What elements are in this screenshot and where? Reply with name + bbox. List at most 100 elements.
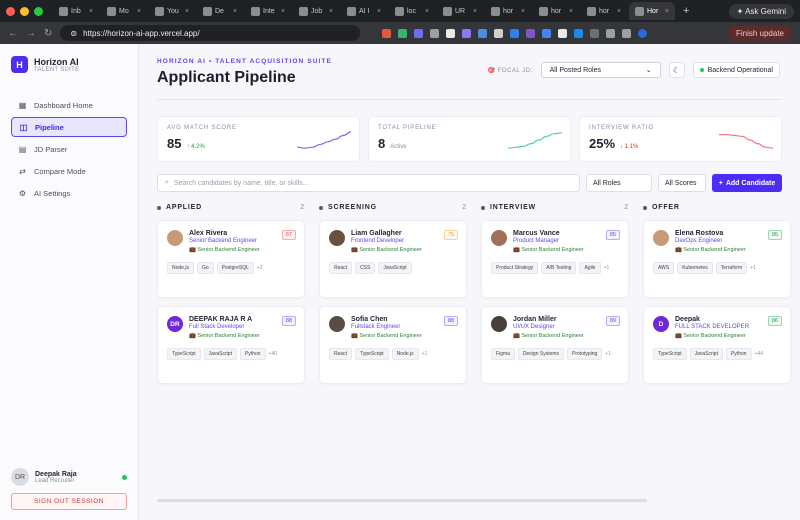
extension-icon[interactable] [510, 28, 520, 38]
minimize-window-button[interactable] [20, 6, 29, 16]
horizontal-scrollbar[interactable] [157, 499, 647, 502]
reload-icon[interactable]: ↻ [44, 28, 52, 39]
browser-tab[interactable]: Inb × [53, 2, 99, 20]
tab-label: Job [311, 7, 323, 15]
sidebar-item-dashboard-home[interactable]: ▦ Dashboard Home [11, 95, 127, 115]
extension-icon[interactable] [430, 28, 440, 38]
close-tab-icon[interactable]: × [377, 8, 381, 15]
extension-icon[interactable] [606, 28, 616, 38]
browser-tab[interactable]: Hor × [629, 2, 675, 20]
tab-label: Inb [71, 7, 81, 15]
extension-icon[interactable] [478, 28, 488, 38]
browser-tab[interactable]: Inte × [245, 2, 291, 20]
candidate-card[interactable]: Marcus Vance Product Manager 💼 Senior Back… [481, 220, 629, 298]
skill-tag: JavaScript [689, 348, 723, 360]
focus-jd-select[interactable]: All Posted Roles ⌄ [540, 62, 661, 78]
search-input[interactable]: ⌕ Search candidates by name, title, or s… [157, 174, 580, 192]
sidebar-item-pipeline[interactable]: ◫ Pipeline [11, 117, 127, 137]
extension-icon[interactable] [398, 28, 408, 38]
extension-icon[interactable] [590, 28, 600, 38]
column-title: APPLIED [166, 204, 202, 211]
candidate-info: Marcus Vance Product Manager 💼 Senior Back… [513, 230, 584, 253]
close-tab-icon[interactable]: × [137, 8, 141, 15]
theme-toggle-button[interactable]: ☾ [668, 62, 685, 78]
forward-icon[interactable]: → [26, 28, 36, 39]
close-window-button[interactable] [6, 6, 15, 16]
tab-label: UR [455, 7, 466, 15]
extension-icon[interactable] [622, 28, 632, 38]
candidate-card[interactable]: Liam Gallagher Frontend Developer 💼 Senior… [319, 220, 467, 298]
finish-update-button[interactable]: Finish update [727, 25, 792, 41]
card-header: Jordan Miller UI/UX Designer 💼 Senior Back… [491, 316, 619, 339]
close-tab-icon[interactable]: × [281, 8, 285, 15]
extension-icon[interactable] [446, 28, 456, 38]
extension-icon[interactable] [558, 28, 568, 38]
kanban-column-interview: INTERVIEW 2 Marcus Vance Product Manager 💼 S… [481, 204, 629, 392]
browser-tab[interactable]: Mo × [101, 2, 147, 20]
maximize-window-button[interactable] [34, 6, 43, 16]
close-tab-icon[interactable]: × [425, 8, 429, 15]
sidebar-item-compare-mode[interactable]: ⇄ Compare Mode [11, 161, 127, 181]
url-text: https://horizon-ai-app.vercel.app/ [83, 28, 200, 38]
roles-filter[interactable]: All Roles [586, 174, 652, 192]
close-tab-icon[interactable]: × [473, 8, 477, 15]
browser-tab[interactable]: hor × [485, 2, 531, 20]
sidebar-item-jd-parser[interactable]: ▤ JD Parser [11, 139, 127, 159]
back-icon[interactable]: ← [8, 28, 18, 39]
candidate-card[interactable]: Jordan Miller UI/UX Designer 💼 Senior Back… [481, 306, 629, 384]
close-tab-icon[interactable]: × [185, 8, 189, 15]
scores-filter[interactable]: All Scores [658, 174, 706, 192]
candidate-card[interactable]: D Deepak FULL STACK DEVELOPER 💼 Senior Back… [643, 306, 791, 384]
candidate-card[interactable]: Alex Rivera Senior Backend Engineer 💼 Seni… [157, 220, 305, 298]
candidate-card[interactable]: Elena Rostova DevOps Engineer 💼 Senior Bac… [643, 220, 791, 298]
extension-icon[interactable] [542, 28, 552, 38]
sidebar-item-label: Compare Mode [34, 166, 86, 176]
sidebar-item-ai-settings[interactable]: ⚙ AI Settings [11, 183, 127, 203]
url-field[interactable]: ⊜ https://horizon-ai-app.vercel.app/ [60, 25, 361, 41]
candidate-card[interactable]: DR DEEPAK RAJA R A Full Stack Developer 💼 S… [157, 306, 305, 384]
sparkline [297, 131, 351, 149]
candidate-target-role: 💼 Senior Backend Engineer [513, 247, 584, 253]
candidate-role: DevOps Engineer [675, 238, 723, 244]
profile-icon[interactable] [638, 28, 648, 38]
browser-tab[interactable]: You × [149, 2, 195, 20]
skill-tags: TypeScript JavaScript Python +44 [653, 348, 781, 360]
browser-tab[interactable]: De × [197, 2, 243, 20]
sign-out-button[interactable]: SIGN OUT SESSION [11, 493, 127, 510]
browser-tab[interactable]: AI I × [341, 2, 387, 20]
close-tab-icon[interactable]: × [665, 8, 669, 15]
ask-gemini-button[interactable]: ✦ Ask Gemini [728, 3, 794, 19]
close-tab-icon[interactable]: × [89, 8, 93, 15]
avatar[interactable]: DR [11, 468, 29, 486]
sidebar-item-label: Dashboard Home [34, 100, 93, 110]
extension-icon[interactable] [574, 28, 584, 38]
close-tab-icon[interactable]: × [233, 8, 237, 15]
extension-icon[interactable] [462, 28, 472, 38]
browser-tab[interactable]: UR × [437, 2, 483, 20]
browser-tab[interactable]: loc × [389, 2, 435, 20]
column-dot [481, 205, 485, 210]
candidate-card[interactable]: Sofia Chen Fullstack Engineer 💼 Senior Bac… [319, 306, 467, 384]
new-tab-button[interactable]: + [677, 5, 695, 17]
close-tab-icon[interactable]: × [521, 8, 525, 15]
card-header: Sofia Chen Fullstack Engineer 💼 Senior Bac… [329, 316, 457, 339]
pipeline-icon: ◫ [19, 122, 28, 132]
browser-tab[interactable]: hor × [533, 2, 579, 20]
browser-tab[interactable]: hor × [581, 2, 627, 20]
document-icon: ▤ [18, 144, 27, 154]
browser-tab[interactable]: Job × [293, 2, 339, 20]
candidate-info: DEEPAK RAJA R A Full Stack Developer 💼 Sen… [189, 316, 260, 339]
close-tab-icon[interactable]: × [569, 8, 573, 15]
close-tab-icon[interactable]: × [617, 8, 621, 15]
stat-delta: ↑ 4.2% [186, 144, 205, 150]
extension-icons [382, 28, 648, 38]
site-info-icon[interactable]: ⊜ [70, 29, 77, 38]
extension-icon[interactable] [414, 28, 424, 38]
skill-tag: TypeScript [653, 348, 687, 360]
extension-icon[interactable] [382, 28, 392, 38]
extension-icon[interactable] [526, 28, 536, 38]
favicon-icon [251, 6, 260, 16]
extension-icon[interactable] [494, 28, 504, 38]
add-candidate-button[interactable]: + Add Candidate [712, 174, 782, 192]
close-tab-icon[interactable]: × [329, 8, 333, 15]
